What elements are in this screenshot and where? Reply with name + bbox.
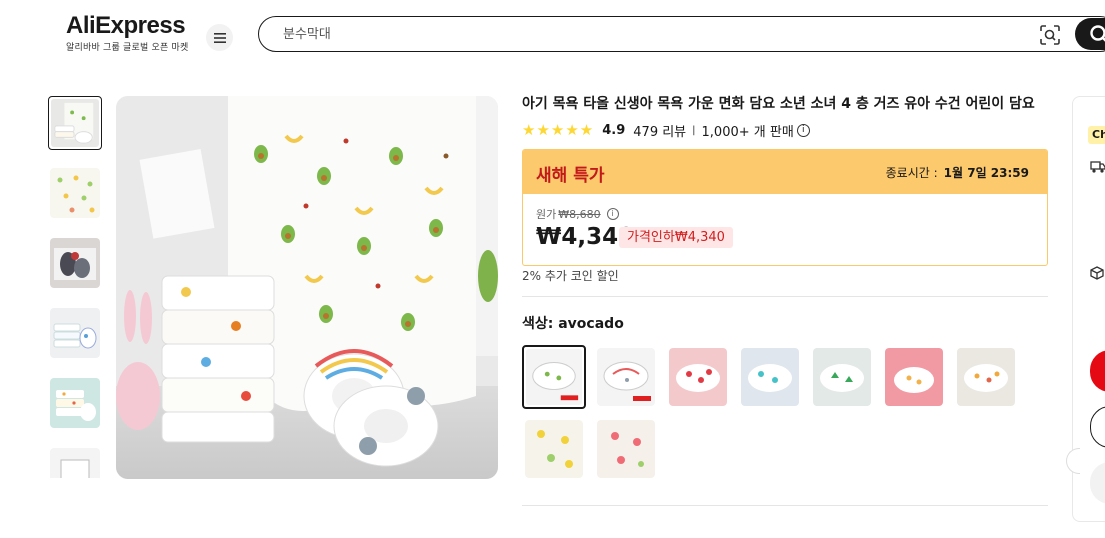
search-bar bbox=[258, 16, 1105, 52]
color-swatch-9[interactable] bbox=[597, 420, 655, 478]
price-info-icon[interactable]: i bbox=[606, 208, 619, 220]
original-price: ₩8,680 bbox=[558, 207, 601, 221]
choice-badge: Ch bbox=[1088, 126, 1105, 144]
logo-tagline: 알리바바 그룹 글로벌 오픈 마켓 bbox=[66, 43, 189, 53]
original-price-label: 원가 bbox=[536, 208, 557, 221]
menu-button[interactable] bbox=[206, 24, 233, 51]
swatch-image bbox=[526, 349, 582, 405]
discount-badge: 가격인하₩4,340 bbox=[619, 227, 733, 248]
aliexpress-logo[interactable]: AliExpress 알리바바 그룹 글로벌 오픈 마켓 bbox=[66, 12, 188, 53]
thumbnail-list bbox=[48, 96, 102, 478]
product-thumbnail-image bbox=[50, 448, 100, 478]
main-product-image[interactable] bbox=[116, 96, 498, 479]
swatch-image bbox=[525, 420, 583, 478]
package-icon bbox=[1090, 266, 1104, 280]
sold-count: 1,000+ 개 판매 bbox=[701, 124, 794, 140]
swatch-image bbox=[597, 420, 655, 478]
color-label: 색상: avocado bbox=[522, 316, 624, 332]
search-input[interactable] bbox=[283, 17, 1023, 51]
color-swatch-4[interactable] bbox=[741, 348, 799, 406]
thumbnail-3[interactable] bbox=[50, 238, 100, 288]
product-thumbnail-image bbox=[50, 238, 100, 288]
swatch-image bbox=[885, 348, 943, 406]
product-thumbnail-image bbox=[50, 308, 100, 358]
product-title: 아기 목욕 타올 신생아 목욕 가운 면화 담요 소년 소녀 4 층 거즈 유아… bbox=[522, 96, 1035, 112]
original-price-row: 원가 ₩8,680 i bbox=[536, 206, 619, 222]
deal-end-value: 1월 7일 23:59 bbox=[943, 166, 1029, 180]
thumbnail-1[interactable] bbox=[48, 96, 102, 150]
swatch-image bbox=[741, 348, 799, 406]
swatch-image bbox=[957, 348, 1015, 406]
swatch-image bbox=[813, 348, 871, 406]
color-swatch-2[interactable] bbox=[597, 348, 655, 406]
product-thumbnail-image bbox=[51, 99, 99, 147]
color-swatch-6[interactable] bbox=[885, 348, 943, 406]
color-swatch-3[interactable] bbox=[669, 348, 727, 406]
deal-box: 새해 특가 종료시간 :1월 7일 23:59 원가 ₩8,680 i ₩4,3… bbox=[522, 149, 1048, 266]
search-button[interactable] bbox=[1075, 18, 1105, 50]
deal-name: 새해 특가 bbox=[536, 166, 605, 186]
divider bbox=[522, 296, 1048, 297]
divider: | bbox=[692, 124, 696, 136]
truck-icon bbox=[1090, 161, 1105, 173]
color-swatch-5[interactable] bbox=[813, 348, 871, 406]
info-icon[interactable]: i bbox=[796, 123, 810, 137]
deal-end-time: 종료시간 : 1월 7일 23:59 bbox=[886, 164, 1029, 181]
color-swatch-8[interactable] bbox=[525, 420, 583, 478]
rating-row: ★★★★★ 4.9 479 리뷰 | 1,000+ 개 판매 i bbox=[522, 121, 810, 140]
rating-value: 4.9 bbox=[602, 122, 626, 138]
image-search-icon[interactable] bbox=[1040, 25, 1060, 45]
coin-discount-note: 2% 추가 코인 할인 bbox=[522, 269, 619, 283]
product-thumbnail-image bbox=[50, 168, 100, 218]
product-photo bbox=[116, 96, 498, 479]
swatch-image bbox=[669, 348, 727, 406]
star-rating-icon: ★★★★★ bbox=[522, 121, 595, 139]
review-count-link[interactable]: 479 리뷰 bbox=[633, 121, 686, 140]
product-thumbnail-image bbox=[50, 378, 100, 428]
logo-wordmark: AliExpress bbox=[66, 12, 186, 39]
swatch-image bbox=[597, 348, 655, 406]
thumbnail-4[interactable] bbox=[50, 308, 100, 358]
thumbnail-6[interactable] bbox=[50, 448, 100, 478]
deal-header: 새해 특가 종료시간 : 1월 7일 23:59 bbox=[523, 150, 1047, 194]
color-swatch-7[interactable] bbox=[957, 348, 1015, 406]
color-swatch-avocado[interactable] bbox=[522, 345, 586, 409]
search-icon bbox=[1090, 25, 1105, 42]
thumbnail-2[interactable] bbox=[50, 168, 100, 218]
deal-end-label: 종료시간 : bbox=[885, 166, 938, 180]
panel-toggle[interactable] bbox=[1066, 448, 1080, 474]
thumbnail-5[interactable] bbox=[50, 378, 100, 428]
hamburger-icon bbox=[213, 32, 226, 43]
divider bbox=[522, 505, 1048, 506]
